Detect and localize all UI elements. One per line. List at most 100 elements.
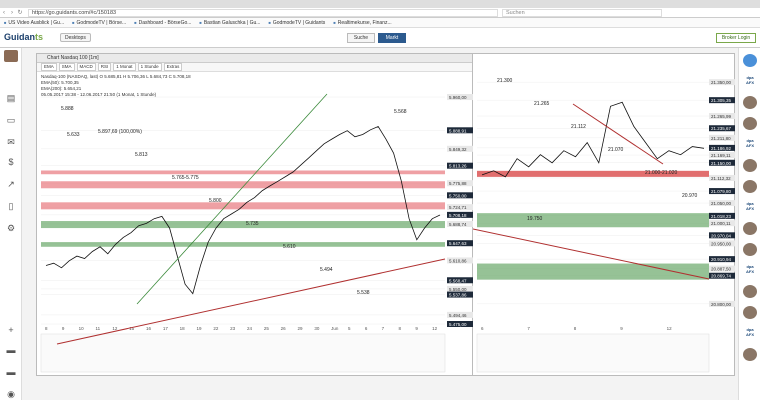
indicator-pane: [476, 333, 710, 373]
chat-icon[interactable]: ✉: [4, 136, 18, 148]
url-input[interactable]: https://go.guidants.com/#c/150183: [28, 8, 498, 17]
dollar-icon[interactable]: $: [4, 156, 18, 168]
add-icon[interactable]: +: [4, 324, 18, 336]
y-tick-label: 21.211,80: [711, 136, 731, 141]
bookmark-item[interactable]: Dashboard - BörseGo...: [134, 20, 192, 26]
reload-icon[interactable]: ↻: [16, 9, 24, 16]
y-tick-label: 20.887,50: [711, 267, 732, 272]
x-tick-label: 24: [247, 326, 253, 331]
suche-button[interactable]: Suche: [347, 33, 375, 43]
dpa-afx-icon[interactable]: dpa AFX: [742, 138, 758, 148]
browser-tabstrip: [0, 0, 760, 8]
avatar[interactable]: [743, 159, 757, 172]
left-sidebar: ▤ ▭ ✉ $ ↗ ▯ ⚙ + ▬ ▬ ◉: [0, 48, 22, 400]
legend-line: 05.05.2017 15:38 - 12.06.2017 21:50 (1 M…: [41, 92, 157, 97]
folder-icon[interactable]: ▬: [4, 344, 18, 356]
annotation-label: 5.610: [283, 244, 296, 250]
y-tick-label: 20.950,00: [711, 241, 732, 246]
x-tick-label: 8: [399, 326, 402, 331]
main-chart[interactable]: 5.960,00 5.888,91 5.849,32 5.813,26 5.775,88…: [37, 54, 474, 377]
x-tick-label: 9: [415, 326, 418, 331]
annotation-label: 5.800: [209, 198, 222, 204]
markt-button[interactable]: Markt: [378, 33, 406, 43]
document-icon[interactable]: ▭: [4, 114, 18, 126]
chart-panel-right: 21.350,00 21.305,35 21.265,99 21.235,67 21.2…: [473, 53, 735, 376]
chart-panel-main: Chart Nasdaq 100 [1m] EMA SMA MACD RSI 1 Mon…: [36, 53, 473, 376]
y-tick-label: 5.537,86: [449, 293, 467, 298]
bookmark-item[interactable]: US Video Ausblick | Gu...: [4, 20, 64, 26]
y-tick-label: 5.849,32: [449, 147, 467, 152]
avatar[interactable]: [743, 96, 757, 109]
avatar[interactable]: [4, 50, 18, 62]
x-tick-label: 23: [230, 326, 236, 331]
broker-login-button[interactable]: Broker Login: [716, 33, 756, 43]
x-tick-label: 7: [382, 326, 385, 331]
forward-icon[interactable]: ›: [8, 10, 16, 16]
annotation-label: 21.265: [534, 101, 550, 107]
annotation-label: 19.750: [527, 216, 543, 222]
avatar[interactable]: [743, 243, 757, 256]
y-tick-label: 21.000,11: [711, 221, 731, 226]
x-tick-label: 10: [79, 326, 85, 331]
x-tick-label: 18: [180, 326, 186, 331]
dpa-afx-icon[interactable]: dpa AFX: [742, 327, 758, 337]
y-tick-label: 5.888,91: [449, 128, 467, 133]
x-tick-label: 16: [146, 326, 152, 331]
x-tick-label: 29: [298, 326, 304, 331]
x-tick-label: 9: [620, 326, 623, 331]
annotation-label: 21.300: [497, 78, 513, 84]
search-input[interactable]: Suchen: [502, 8, 662, 17]
x-tick-label: 12: [432, 326, 438, 331]
avatar[interactable]: [743, 180, 757, 193]
avatar[interactable]: [743, 117, 757, 130]
y-tick-label: 21.186,92: [711, 146, 732, 151]
back-icon[interactable]: ‹: [0, 10, 8, 16]
y-tick-label: 5.688,74: [449, 222, 467, 227]
bookmark-item[interactable]: Realtimekurse, Finanz...: [333, 20, 392, 26]
x-tick-label: 11: [96, 326, 101, 331]
annotation-label: 21.112: [571, 124, 586, 130]
settings-icon[interactable]: ⚙: [4, 222, 18, 234]
dpa-afx-icon[interactable]: dpa AFX: [742, 264, 758, 274]
dpa-afx-icon[interactable]: dpa AFX: [742, 75, 758, 85]
y-tick-label: 21.018,23: [711, 214, 732, 219]
y-tick-label: 5.708,18: [449, 213, 467, 218]
annotation-label: 5.888: [61, 106, 74, 112]
y-tick-label: 21.112,32: [711, 176, 731, 181]
desktops-button[interactable]: Desktops: [60, 33, 91, 42]
y-tick-label: 5.647,63: [449, 241, 467, 246]
y-tick-label: 20.910,94: [711, 257, 732, 262]
x-tick-label: 26: [281, 326, 287, 331]
x-tick-label: 6: [481, 326, 484, 331]
annotation-label: 5.765-5.775: [172, 175, 199, 181]
globe-icon[interactable]: [743, 54, 757, 67]
dpa-afx-icon[interactable]: dpa AFX: [742, 201, 758, 211]
newspaper-icon[interactable]: ▤: [4, 92, 18, 104]
chart-legend: Nasdaq-100 (NASDAQ, last) O 5.685,81 H 5…: [41, 74, 191, 98]
bookmark-item[interactable]: Bastian Galuschka | Gu...: [199, 20, 261, 26]
y-tick-label: 20.970,04: [711, 233, 732, 238]
trend-line: [136, 93, 328, 305]
file-icon[interactable]: ▯: [4, 200, 18, 212]
annotation-label: 5.633: [67, 132, 80, 138]
avatar[interactable]: [743, 306, 757, 319]
x-tick-label: 25: [264, 326, 270, 331]
avatar[interactable]: [743, 285, 757, 298]
right-chart[interactable]: 21.350,00 21.305,35 21.265,99 21.235,67 21.2…: [473, 54, 735, 377]
guidants-logo[interactable]: Guidants: [4, 32, 43, 42]
x-tick-label: 9: [62, 326, 65, 331]
bookmark-item[interactable]: GodmodeTV | Börse...: [72, 20, 127, 26]
power-icon[interactable]: ◉: [4, 388, 18, 400]
trend-icon[interactable]: ↗: [4, 178, 18, 190]
y-tick-label: 5.568,47: [449, 278, 467, 283]
x-tick-label: 12: [667, 326, 673, 331]
avatar[interactable]: [743, 222, 757, 235]
y-tick-label: 5.960,00: [449, 95, 467, 100]
y-tick-label: 5.550,00: [449, 287, 467, 292]
y-tick-label: 21.265,99: [711, 114, 732, 119]
y-tick-label: 21.350,00: [711, 80, 732, 85]
folder-icon[interactable]: ▬: [4, 366, 18, 378]
bookmark-item[interactable]: GodmodeTV | Guidants: [268, 20, 325, 26]
avatar[interactable]: [743, 348, 757, 361]
y-tick-label: 5.775,88: [449, 181, 467, 186]
